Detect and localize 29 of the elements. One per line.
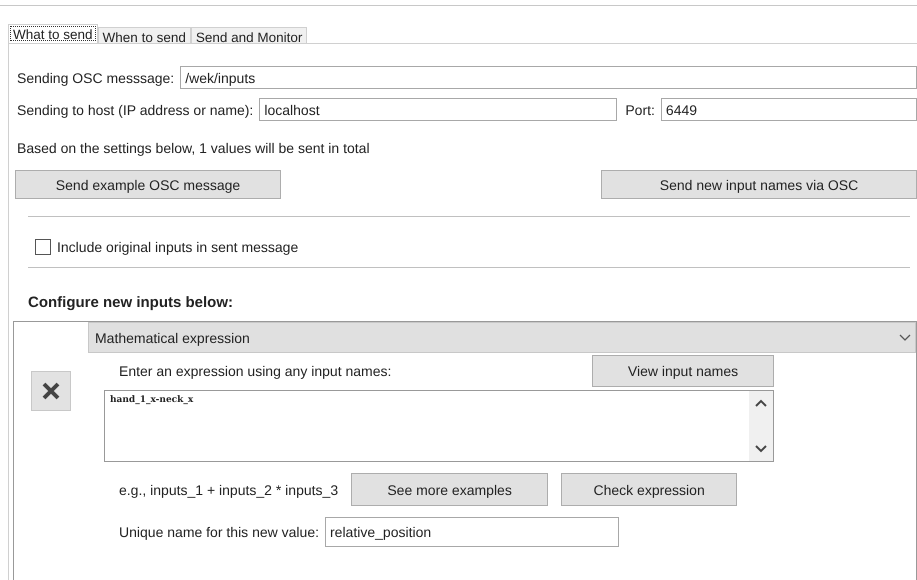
field-label: Sending OSC messsage: bbox=[16, 70, 176, 86]
tab[interactable]: Send and Monitor bbox=[190, 27, 308, 43]
close-icon bbox=[42, 382, 60, 400]
checkbox-label: Include original inputs in sent message bbox=[57, 239, 298, 255]
host-field[interactable]: localhost bbox=[259, 98, 618, 121]
type-dropdown[interactable]: Mathematical expression bbox=[88, 322, 916, 353]
field-label: Port: bbox=[624, 102, 656, 118]
field-label: Sending to host (IP address or name): bbox=[16, 102, 254, 118]
scroll-up-icon[interactable] bbox=[755, 399, 767, 407]
section-heading: Configure new inputs below: bbox=[27, 293, 234, 313]
scroll-down-icon[interactable] bbox=[755, 445, 767, 453]
prompt-text: Enter an expression using any input names: bbox=[119, 363, 392, 379]
delete-button[interactable] bbox=[31, 371, 71, 411]
example-text: e.g., inputs_1 + inputs_2 * inputs_3 bbox=[119, 482, 338, 498]
view-names-button[interactable]: View input names bbox=[592, 355, 774, 387]
send-example-button[interactable]: Send example OSC message bbox=[15, 170, 281, 199]
port-field[interactable]: 6449 bbox=[660, 98, 917, 121]
checkbox[interactable] bbox=[35, 239, 51, 255]
tab[interactable]: When to send bbox=[98, 27, 191, 43]
check-expression-button[interactable]: Check expression bbox=[561, 473, 738, 506]
name-field[interactable]: relative_position bbox=[325, 517, 619, 547]
send-names-button[interactable]: Send new input names via OSC bbox=[601, 170, 917, 199]
field-label: Unique name for this new value: bbox=[119, 524, 319, 540]
see-examples-button[interactable]: See more examples bbox=[351, 473, 548, 506]
chevron-icon bbox=[899, 334, 911, 342]
expression-field[interactable]: hand_1_x-neck_x bbox=[104, 390, 774, 462]
tab[interactable]: What to send bbox=[8, 24, 98, 43]
summary-text: Based on the settings below, 1 values will be sent in total bbox=[16, 139, 371, 158]
osc-message-field[interactable]: /wek/inputs bbox=[180, 66, 917, 89]
